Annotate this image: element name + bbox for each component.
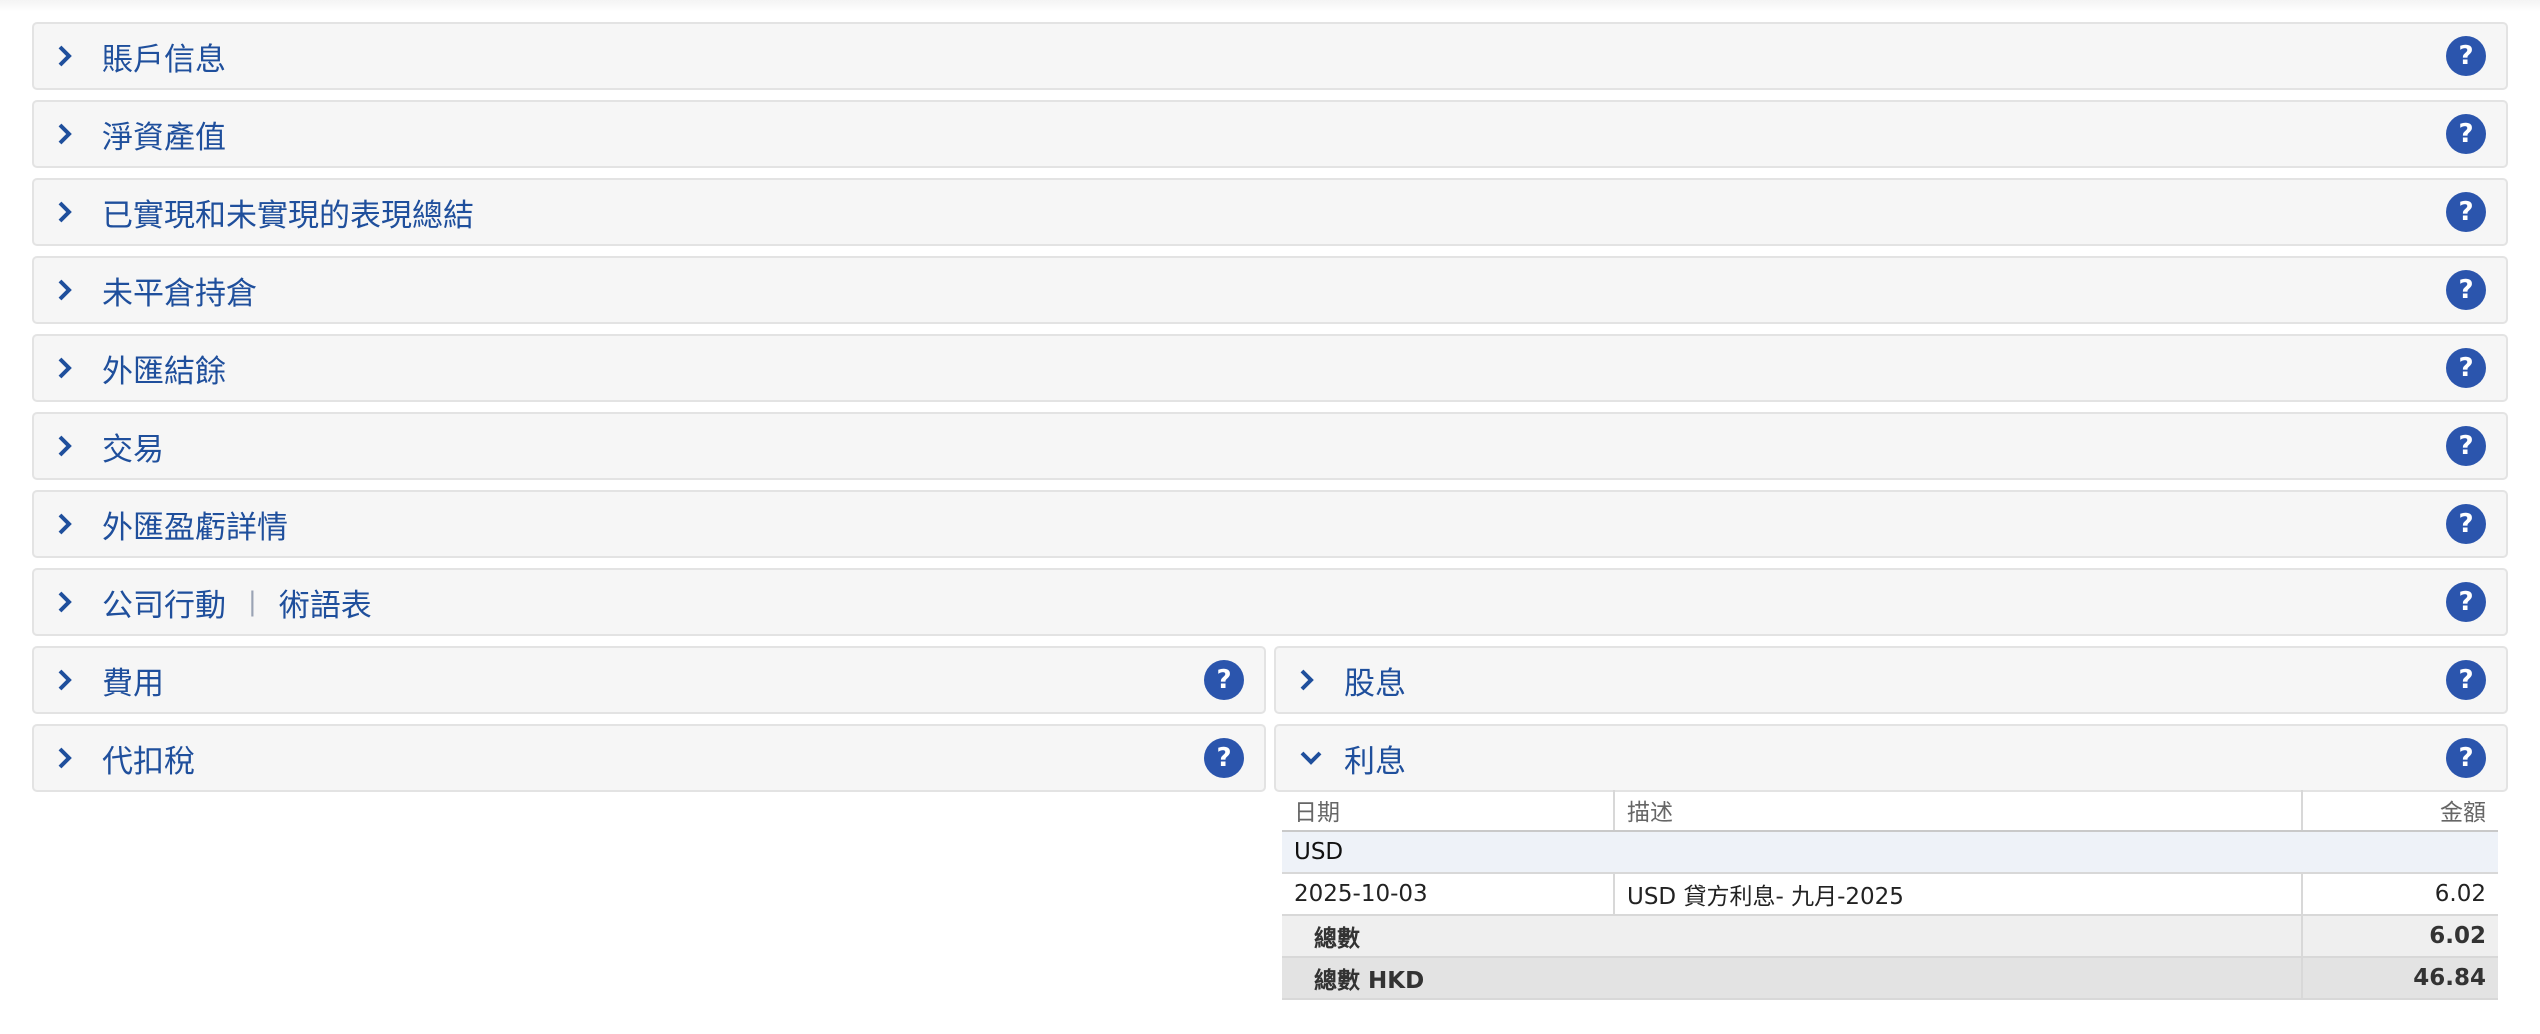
help-icon[interactable]: ? — [2446, 582, 2486, 622]
chevron-right-icon — [56, 41, 102, 71]
help-icon[interactable]: ? — [2446, 738, 2486, 778]
glossary-link[interactable]: 術語表 — [279, 580, 372, 625]
section-forex-pnl[interactable]: 外匯盈虧詳情 ? — [32, 490, 2508, 558]
table-header-row: 日期 描述 金額 — [1282, 790, 2498, 832]
help-icon[interactable]: ? — [2446, 114, 2486, 154]
chevron-right-icon — [56, 431, 102, 461]
separator: | — [248, 587, 257, 617]
help-icon[interactable]: ? — [2446, 504, 2486, 544]
help-icon[interactable]: ? — [2446, 348, 2486, 388]
total-hkd-label: 總數 HKD — [1282, 957, 2302, 1000]
section-trades[interactable]: 交易 ? — [32, 412, 2508, 480]
help-icon[interactable]: ? — [1204, 660, 1244, 700]
section-corporate-actions[interactable]: 公司行動 | 術語表 ? — [32, 568, 2508, 636]
chevron-down-icon — [1298, 743, 1344, 773]
chevron-right-icon — [56, 119, 102, 149]
section-fees[interactable]: 費用 ? — [32, 646, 1266, 714]
chevron-right-icon — [56, 743, 102, 773]
section-net-asset-value[interactable]: 淨資產值 ? — [32, 100, 2508, 168]
currency-group-row: USD — [1282, 831, 2498, 874]
column-header-date: 日期 — [1282, 790, 1614, 832]
help-icon[interactable]: ? — [1204, 738, 1244, 778]
help-icon[interactable]: ? — [2446, 270, 2486, 310]
section-title: 股息 — [1344, 665, 1406, 702]
section-realized-unrealized[interactable]: 已實現和未實現的表現總結 ? — [32, 178, 2508, 246]
row-date: 2025-10-03 — [1282, 873, 1614, 916]
section-title: 淨資產值 — [102, 119, 226, 156]
section-title: 交易 — [102, 431, 164, 468]
help-icon[interactable]: ? — [2446, 660, 2486, 700]
total-hkd-row: 總數 HKD 46.84 — [1282, 957, 2498, 1000]
total-hkd-amount: 46.84 — [2301, 957, 2498, 1000]
help-icon[interactable]: ? — [2446, 426, 2486, 466]
column-header-amount: 金額 — [2301, 790, 2498, 832]
chevron-right-icon — [56, 665, 102, 695]
interest-table: 日期 描述 金額 USD 2025-10-03 USD 貸方利息- 九月-202… — [1282, 790, 2498, 1000]
chevron-right-icon — [56, 197, 102, 227]
chevron-right-icon — [1298, 665, 1344, 695]
row-description: USD 貸方利息- 九月-2025 — [1613, 873, 2302, 916]
section-dividends[interactable]: 股息 ? — [1274, 646, 2508, 714]
total-amount: 6.02 — [2301, 915, 2498, 958]
table-row: 2025-10-03 USD 貸方利息- 九月-2025 6.02 — [1282, 873, 2498, 916]
section-title: 已實現和未實現的表現總結 — [102, 197, 474, 234]
currency-label: USD — [1282, 831, 2498, 874]
chevron-right-icon — [56, 353, 102, 383]
help-icon[interactable]: ? — [2446, 192, 2486, 232]
section-title: 利息 — [1344, 743, 1406, 780]
corporate-actions-link[interactable]: 公司行動 — [102, 580, 226, 625]
total-row: 總數 6.02 — [1282, 915, 2498, 958]
section-interest[interactable]: 利息 ? — [1274, 724, 2508, 792]
top-edge — [0, 0, 2540, 12]
section-open-positions[interactable]: 未平倉持倉 ? — [32, 256, 2508, 324]
total-label: 總數 — [1282, 915, 2302, 958]
section-account-info[interactable]: 賬戶信息 ? — [32, 22, 2508, 90]
section-forex-balances[interactable]: 外匯結餘 ? — [32, 334, 2508, 402]
column-header-description: 描述 — [1613, 790, 2302, 832]
chevron-right-icon — [56, 509, 102, 539]
section-title: 賬戶信息 — [102, 41, 226, 78]
section-title: 費用 — [102, 665, 164, 702]
section-title: 外匯結餘 — [102, 353, 226, 390]
chevron-right-icon — [56, 587, 102, 617]
chevron-right-icon — [56, 275, 102, 305]
help-icon[interactable]: ? — [2446, 36, 2486, 76]
section-title: 未平倉持倉 — [102, 275, 257, 312]
section-withholding-tax[interactable]: 代扣稅 ? — [32, 724, 1266, 792]
section-title: 代扣稅 — [102, 743, 195, 780]
row-amount: 6.02 — [2301, 873, 2498, 916]
section-title: 外匯盈虧詳情 — [102, 509, 288, 546]
